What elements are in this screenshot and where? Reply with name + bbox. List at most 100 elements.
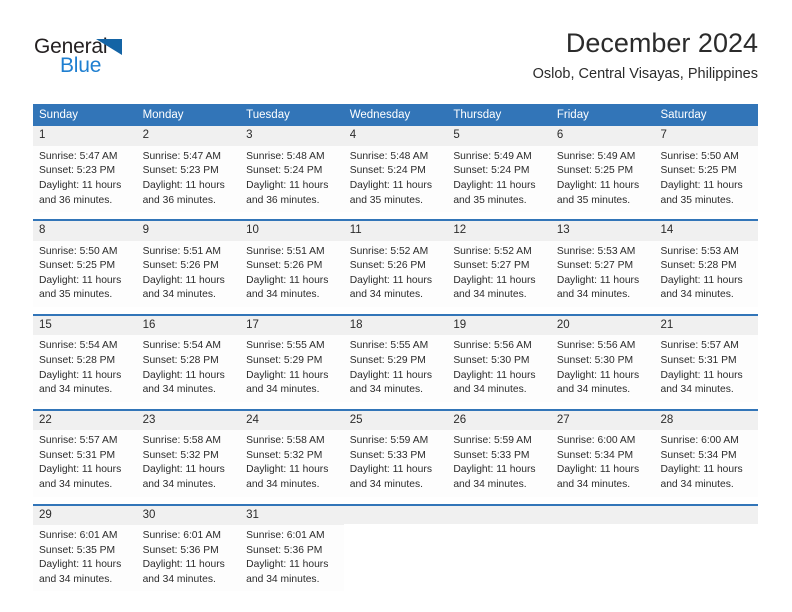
title-block: December 2024 Oslob, Central Visayas, Ph… (533, 28, 758, 82)
day-cell[interactable]: 20 Sunrise: 5:56 AM Sunset: 5:30 PM Dayligh… (550, 316, 655, 402)
day-cell[interactable]: 25 Sunrise: 5:59 AM Sunset: 5:33 PM Dayligh… (343, 410, 448, 497)
day-cell[interactable]: 30 Sunrise: 6:01 AM Sunset: 5:36 PM Dayligh… (136, 505, 241, 592)
day-cell[interactable]: 24 Sunrise: 5:58 AM Sunset: 5:32 PM Dayligh… (240, 410, 344, 497)
calendar-page: General Blue December 2024 Oslob, Centra… (0, 0, 792, 612)
day-cell[interactable]: 7 Sunrise: 5:50 AM Sunset: 5:25 PM Daylight… (654, 126, 759, 213)
day-cell[interactable]: 13 Sunrise: 5:53 AM Sunset: 5:27 PM Dayligh… (550, 221, 655, 307)
day-cell[interactable]: 1 Sunrise: 5:47 AM Sunset: 5:23 PM Daylight… (33, 126, 137, 213)
day-cell[interactable]: 4 Sunrise: 5:48 AM Sunset: 5:24 PM Daylight… (343, 126, 448, 213)
day-cell[interactable]: 9 Sunrise: 5:51 AM Sunset: 5:26 PM Daylight… (136, 221, 241, 307)
day-sun-info (447, 524, 551, 532)
weekday-header-saturday: Saturday (660, 109, 707, 121)
day-cell[interactable]: 19 Sunrise: 5:56 AM Sunset: 5:30 PM Dayligh… (447, 316, 551, 402)
sunset-text: Sunset: 5:32 PM (246, 449, 323, 461)
day-cell[interactable]: 31 Sunrise: 6:01 AM Sunset: 5:36 PM Dayligh… (240, 505, 344, 592)
day-cell[interactable]: 2 Sunrise: 5:47 AM Sunset: 5:23 PM Daylight… (136, 126, 241, 213)
daylight-text-line2: and 34 minutes. (556, 479, 631, 491)
day-sun-info: Sunrise: 6:00 AM Sunset: 5:34 PM Daylight:… (654, 430, 758, 496)
daylight-text-line2: and 34 minutes. (142, 573, 216, 585)
sunrise-text: Sunrise: 5:55 AM (246, 340, 325, 352)
day-sun-info: Sunrise: 5:53 AM Sunset: 5:27 PM Daylight:… (551, 241, 655, 307)
weekday-header-thursday: Thursday (453, 109, 502, 121)
day-sun-info: Sunrise: 5:57 AM Sunset: 5:31 PM Daylight:… (654, 335, 758, 401)
day-cell[interactable]: 12 Sunrise: 5:52 AM Sunset: 5:27 PM Dayligh… (447, 221, 551, 307)
weekday-header-row: Sunday Monday Tuesday Wednesday Thursday Frid… (33, 104, 758, 127)
daylight-text-line1: Daylight: 11 hours (142, 179, 225, 191)
day-number: 29 (33, 505, 137, 525)
sunrise-text: Sunrise: 5:47 AM (142, 150, 221, 162)
day-cell[interactable]: 3 Sunrise: 5:48 AM Sunset: 5:24 PM Daylight… (240, 126, 344, 213)
day-cell[interactable]: 10 Sunrise: 5:51 AM Sunset: 5:26 PM Dayligh… (240, 221, 344, 307)
day-number: 19 (447, 316, 551, 336)
sunrise-text: Sunrise: 5:53 AM (556, 245, 636, 257)
sunset-text: Sunset: 5:24 PM (246, 165, 323, 177)
day-cell[interactable]: 28 Sunrise: 6:00 AM Sunset: 5:34 PM Dayligh… (654, 410, 759, 497)
page-header: General Blue December 2024 Oslob, Centra… (34, 28, 758, 98)
day-sun-info: Sunrise: 5:49 AM Sunset: 5:25 PM Daylight:… (551, 146, 655, 212)
day-sun-info: Sunrise: 5:58 AM Sunset: 5:32 PM Daylight:… (137, 430, 241, 496)
general-blue-logo[interactable]: General Blue (34, 36, 234, 84)
sunrise-text: Sunrise: 6:01 AM (39, 530, 118, 541)
day-number: 13 (550, 221, 655, 241)
day-cell-empty (550, 505, 655, 592)
daylight-text-line1: Daylight: 11 hours (453, 179, 536, 191)
daylight-text-line2: and 34 minutes. (142, 384, 216, 396)
sunrise-text: Sunrise: 5:55 AM (349, 340, 429, 352)
day-cell[interactable]: 16 Sunrise: 5:54 AM Sunset: 5:28 PM Dayligh… (136, 316, 241, 402)
sunrise-text: Sunrise: 5:57 AM (660, 340, 739, 352)
daylight-text-line1: Daylight: 11 hours (556, 369, 640, 381)
daylight-text-line2: and 34 minutes. (556, 384, 631, 396)
day-cell[interactable]: 15 Sunrise: 5:54 AM Sunset: 5:28 PM Dayligh… (33, 316, 137, 402)
sunset-text: Sunset: 5:29 PM (246, 354, 323, 366)
sunrise-text: Sunrise: 5:57 AM (39, 435, 118, 447)
day-sun-info: Sunrise: 5:55 AM Sunset: 5:29 PM Daylight:… (240, 335, 344, 401)
daylight-text-line2: and 35 minutes. (349, 194, 424, 206)
sunset-text: Sunset: 5:25 PM (660, 165, 737, 177)
day-cell[interactable]: 27 Sunrise: 6:00 AM Sunset: 5:34 PM Dayligh… (550, 410, 655, 497)
day-number: 31 (240, 505, 344, 525)
day-sun-info (654, 524, 758, 532)
sunset-text: Sunset: 5:32 PM (142, 449, 219, 461)
day-cell[interactable]: 14 Sunrise: 5:53 AM Sunset: 5:28 PM Dayligh… (654, 221, 759, 307)
day-sun-info: Sunrise: 5:59 AM Sunset: 5:33 PM Daylight:… (447, 430, 551, 496)
day-number: 4 (343, 126, 448, 146)
day-cell[interactable]: 22 Sunrise: 5:57 AM Sunset: 5:31 PM Dayligh… (33, 410, 137, 497)
day-number (343, 505, 448, 524)
daylight-text-line2: and 34 minutes. (660, 479, 734, 491)
daylight-text-line2: and 34 minutes. (39, 479, 113, 491)
day-cell[interactable]: 6 Sunrise: 5:49 AM Sunset: 5:25 PM Daylight… (550, 126, 655, 213)
sunset-text: Sunset: 5:23 PM (39, 165, 116, 177)
daylight-text-line1: Daylight: 11 hours (453, 369, 536, 381)
day-number: 6 (550, 126, 655, 146)
sunset-text: Sunset: 5:27 PM (556, 260, 634, 272)
day-number: 23 (136, 410, 241, 431)
day-cell[interactable]: 8 Sunrise: 5:50 AM Sunset: 5:25 PM Daylight… (33, 221, 137, 307)
day-sun-info: Sunrise: 5:51 AM Sunset: 5:26 PM Daylight:… (240, 241, 344, 307)
day-cell[interactable]: 26 Sunrise: 5:59 AM Sunset: 5:33 PM Dayligh… (447, 410, 551, 497)
daylight-text-line1: Daylight: 11 hours (660, 369, 743, 381)
day-sun-info: Sunrise: 5:57 AM Sunset: 5:31 PM Daylight:… (33, 430, 137, 496)
sunset-text: Sunset: 5:34 PM (556, 449, 634, 461)
day-cell[interactable]: 17 Sunrise: 5:55 AM Sunset: 5:29 PM Dayligh… (240, 316, 344, 402)
sunset-text: Sunset: 5:30 PM (453, 354, 530, 366)
daylight-text-line1: Daylight: 11 hours (142, 274, 225, 286)
daylight-text-line1: Daylight: 11 hours (556, 464, 640, 476)
daylight-text-line1: Daylight: 11 hours (39, 464, 122, 476)
day-cell[interactable]: 11 Sunrise: 5:52 AM Sunset: 5:26 PM Dayligh… (343, 221, 448, 307)
day-cell[interactable]: 18 Sunrise: 5:55 AM Sunset: 5:29 PM Dayligh… (343, 316, 448, 402)
sunset-text: Sunset: 5:28 PM (39, 354, 116, 366)
daylight-text-line2: and 34 minutes. (246, 289, 320, 301)
day-cell[interactable]: 5 Sunrise: 5:49 AM Sunset: 5:24 PM Daylight… (447, 126, 551, 213)
day-cell[interactable]: 29 Sunrise: 6:01 AM Sunset: 5:35 PM Dayligh… (33, 505, 137, 592)
sunset-text: Sunset: 5:25 PM (39, 260, 116, 272)
sunrise-text: Sunrise: 6:01 AM (246, 530, 325, 541)
sunset-text: Sunset: 5:28 PM (660, 260, 737, 272)
sunset-text: Sunset: 5:23 PM (142, 165, 219, 177)
day-number: 7 (654, 126, 759, 146)
daylight-text-line1: Daylight: 11 hours (349, 464, 432, 476)
day-sun-info (344, 524, 448, 532)
sunrise-text: Sunrise: 5:58 AM (142, 435, 221, 447)
day-cell[interactable]: 21 Sunrise: 5:57 AM Sunset: 5:31 PM Dayligh… (654, 316, 759, 402)
day-cell[interactable]: 23 Sunrise: 5:58 AM Sunset: 5:32 PM Dayligh… (136, 410, 241, 497)
daylight-text-line2: and 34 minutes. (142, 289, 216, 301)
